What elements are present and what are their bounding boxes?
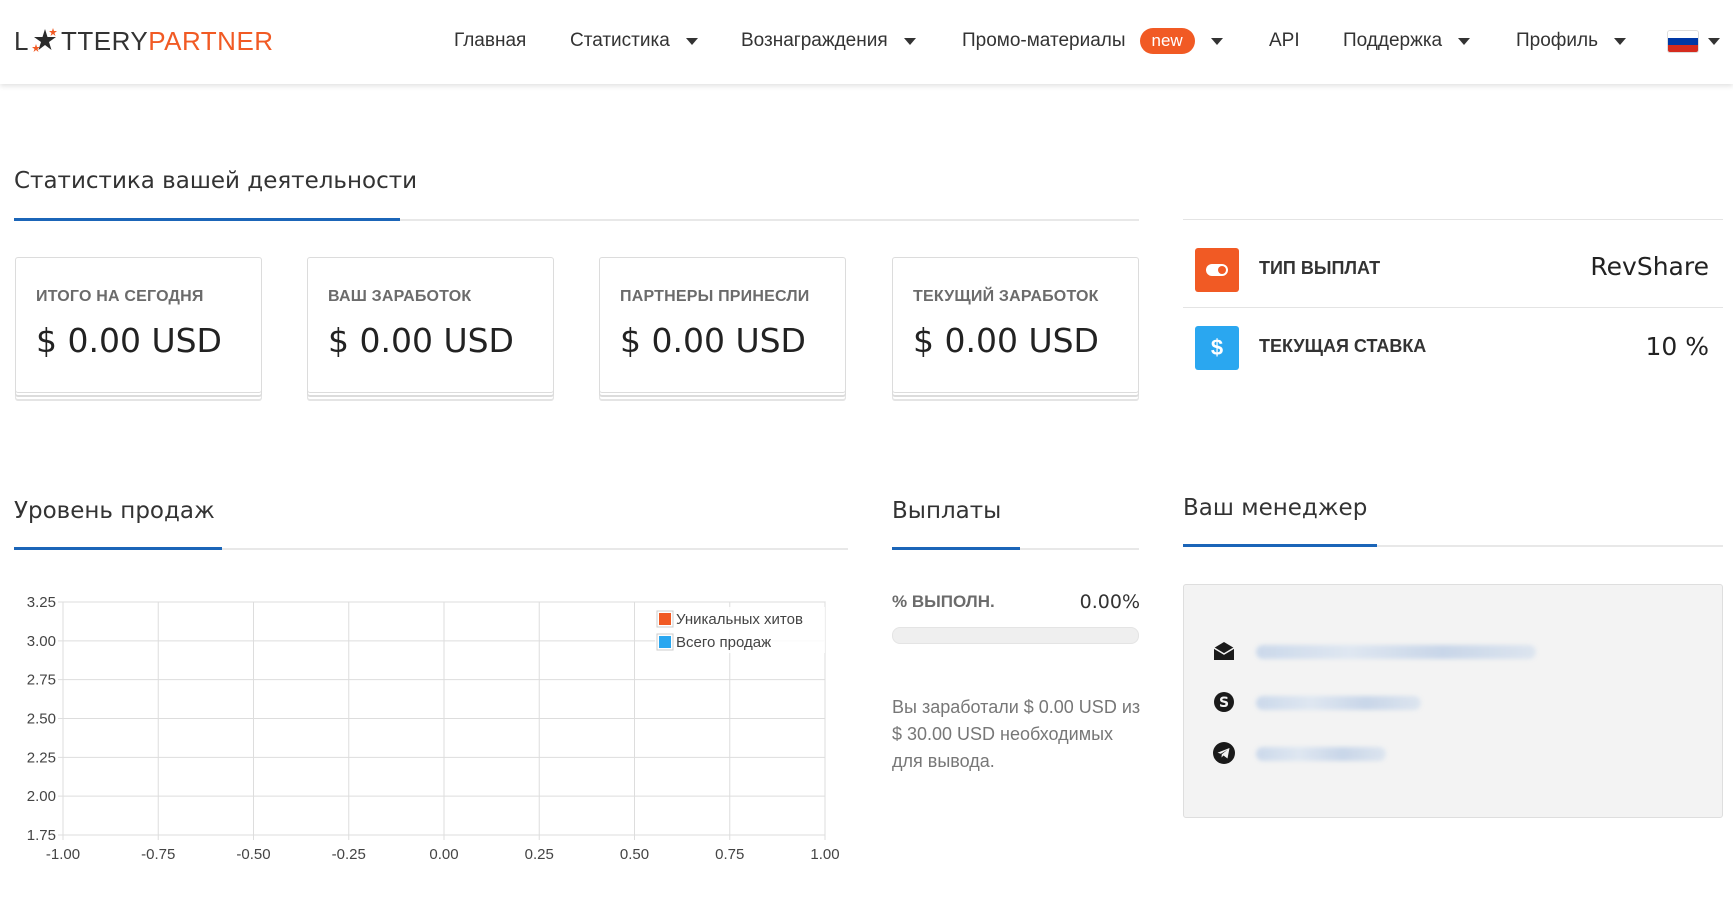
nav-label: Главная xyxy=(454,30,527,51)
caret-down-icon xyxy=(685,37,698,45)
stat-card-label: ТЕКУЩИЙ ЗАРАБОТОК xyxy=(913,288,1099,305)
stat-card-value: $ 0.00 USD xyxy=(620,321,806,360)
x-tick-label: -0.75 xyxy=(141,846,175,863)
manager-section-title: Ваш менеджер xyxy=(1183,495,1368,521)
nav-label: Профиль xyxy=(1516,30,1599,51)
manager-title-rule xyxy=(1183,544,1723,547)
payout-type-value: RevShare xyxy=(1590,252,1709,281)
top-navbar: L TTERY PARTNER Главная Статистика Возна… xyxy=(0,0,1733,84)
earned-text: Вы заработали $ 0.00 USD из $ 30.00 USD … xyxy=(892,697,1141,771)
payouts-title-rule xyxy=(892,547,1139,550)
y-tick-label: 3.00 xyxy=(27,633,56,650)
stat-card-value: $ 0.00 USD xyxy=(36,321,222,360)
legend-swatch xyxy=(659,636,671,648)
payout-type-label: ТИП ВЫПЛАТ xyxy=(1259,258,1381,278)
legend-swatch xyxy=(659,613,671,625)
new-badge: new xyxy=(1139,28,1195,54)
nav-item-statistics[interactable]: Статистика xyxy=(570,24,698,58)
payout-progress-bar xyxy=(892,627,1139,644)
x-tick-label: 0.25 xyxy=(525,846,554,863)
nav-item-profile[interactable]: Профиль xyxy=(1516,24,1627,58)
y-tick-label: 2.00 xyxy=(27,788,56,805)
legend-label: Всего продаж xyxy=(676,634,771,651)
dollar-icon: $ xyxy=(1195,326,1239,370)
completion-label: % ВЫПОЛН. xyxy=(892,592,995,611)
current-rate-value: 10 % xyxy=(1645,332,1709,361)
y-tick-label: 1.75 xyxy=(27,827,56,844)
stats-section-title: Статистика вашей деятельности xyxy=(14,168,418,194)
x-tick-label: 0.00 xyxy=(429,846,458,863)
chart-legend: Уникальных хитов Всего продаж xyxy=(655,607,825,653)
logo-stars-icon xyxy=(31,27,59,55)
manager-telegram-redacted xyxy=(1256,747,1386,761)
language-dropdown[interactable] xyxy=(1708,24,1720,58)
nav-item-rewards[interactable]: Вознаграждения xyxy=(741,24,916,58)
nav-label: Поддержка xyxy=(1343,30,1443,51)
email-icon xyxy=(1213,642,1235,660)
x-tick-label: 0.75 xyxy=(715,846,744,863)
nav-item-home[interactable]: Главная xyxy=(454,24,526,58)
nav-item-promo[interactable]: Промо-материалы new xyxy=(962,24,1223,58)
current-rate-label: ТЕКУЩАЯ СТАВКА xyxy=(1259,336,1427,356)
manager-skype-redacted xyxy=(1256,696,1421,710)
nav-label: Статистика xyxy=(570,30,670,51)
caret-down-icon xyxy=(1614,37,1627,45)
x-tick-label: -0.25 xyxy=(332,846,366,863)
x-tick-label: 1.00 xyxy=(810,846,839,863)
payouts-section-title: Выплаты xyxy=(892,498,1002,524)
manager-email-redacted xyxy=(1256,645,1536,659)
stat-card-label: ИТОГО НА СЕГОДНЯ xyxy=(36,288,204,305)
x-tick-label: -0.50 xyxy=(236,846,270,863)
ru-flag-icon[interactable] xyxy=(1668,31,1698,52)
skype-icon: S xyxy=(1214,692,1234,712)
stat-card-your-earnings: ВАШ ЗАРАБОТОК $ 0.00 USD xyxy=(307,257,554,393)
nav-label: Промо-материалы xyxy=(962,30,1126,51)
logo-text-partner: PARTNER xyxy=(148,25,274,56)
logo-text-ttery: TTERY xyxy=(60,25,149,56)
stat-card-value: $ 0.00 USD xyxy=(913,321,1099,360)
lotterypartner-logo[interactable]: L TTERY PARTNER xyxy=(14,24,274,58)
stat-card-current-earnings: ТЕКУЩИЙ ЗАРАБОТОК $ 0.00 USD xyxy=(892,257,1139,393)
y-tick-label: 2.25 xyxy=(27,749,56,766)
nav-item-api[interactable]: API xyxy=(1269,24,1300,58)
stat-card-label: ВАШ ЗАРАБОТОК xyxy=(328,288,472,305)
x-tick-label: -1.00 xyxy=(46,846,80,863)
caret-down-icon xyxy=(903,37,916,45)
logo-text-l: L xyxy=(14,25,29,56)
completion-value: 0.00% xyxy=(1079,591,1140,613)
manager-card: S xyxy=(1183,584,1723,818)
y-tick-label: 3.25 xyxy=(27,594,56,611)
caret-down-icon xyxy=(1708,37,1720,45)
stat-card-total-today: ИТОГО НА СЕГОДНЯ $ 0.00 USD xyxy=(15,257,262,393)
payout-info-top-rule xyxy=(1183,219,1723,220)
caret-down-icon xyxy=(1210,37,1223,45)
telegram-icon xyxy=(1213,742,1235,764)
sales-level-chart: 3.253.002.752.502.252.001.75 -1.00 -0.75-… xyxy=(27,594,840,863)
svg-text:S: S xyxy=(1219,695,1229,711)
stats-title-rule xyxy=(14,218,1139,221)
stat-card-value: $ 0.00 USD xyxy=(328,321,514,360)
x-tick-label: 0.50 xyxy=(620,846,649,863)
payout-type-row: ТИП ВЫПЛАТ RevShare xyxy=(1183,230,1723,308)
y-axis-ticks: 3.25 3.00 2.75 2.50 2.25 2.00 1.75 xyxy=(27,594,56,844)
nav-label: API xyxy=(1269,30,1300,51)
toggle-icon xyxy=(1195,248,1239,292)
y-tick-label: 2.75 xyxy=(27,672,56,689)
nav-item-support[interactable]: Поддержка xyxy=(1343,24,1471,58)
current-rate-row: $ ТЕКУЩАЯ СТАВКА 10 % xyxy=(1183,308,1723,386)
stat-card-label: ПАРТНЕРЫ ПРИНЕСЛИ xyxy=(620,288,810,305)
x-axis-ticks: -1.00 -0.75 -0.50 -0.25 0.00 0.25 0.50 0.75 1.00 xyxy=(46,846,840,863)
sales-section-title: Уровень продаж xyxy=(14,498,215,524)
caret-down-icon xyxy=(1458,37,1471,45)
stat-card-partners-brought: ПАРТНЕРЫ ПРИНЕСЛИ $ 0.00 USD xyxy=(599,257,846,393)
sales-title-rule xyxy=(14,547,848,550)
y-tick-label: 2.50 xyxy=(27,711,56,728)
legend-label: Уникальных хитов xyxy=(676,611,803,628)
nav-label: Вознаграждения xyxy=(741,30,888,51)
